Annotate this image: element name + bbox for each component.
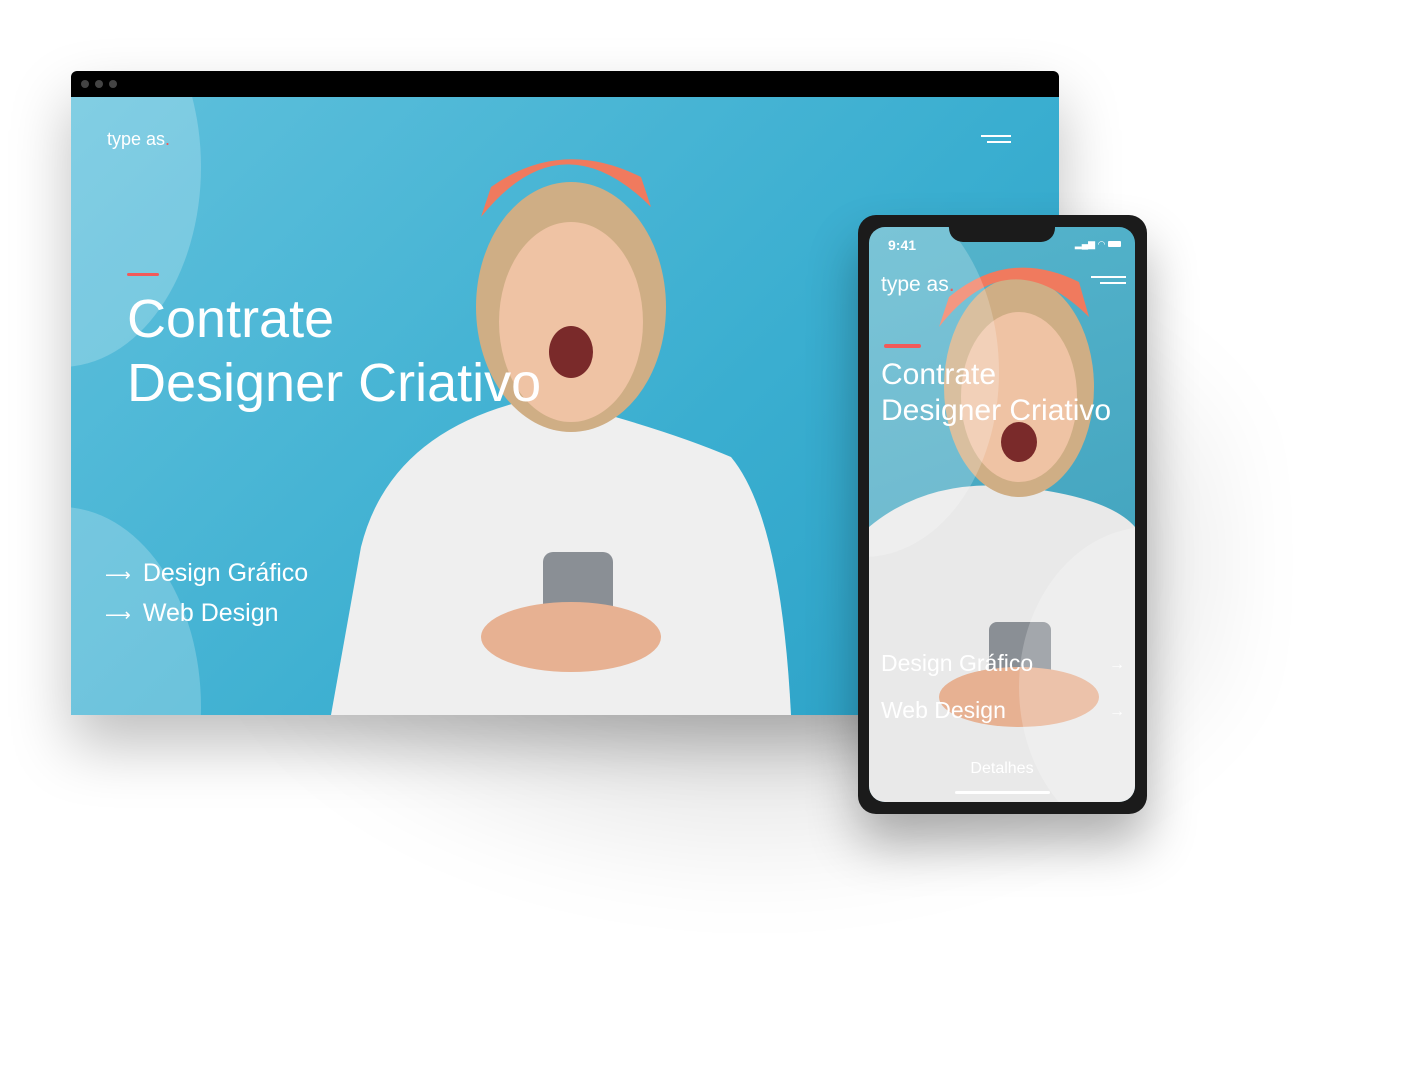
details-button[interactable]: Detalhes <box>869 760 1135 778</box>
accent-line <box>884 344 921 348</box>
window-dot-maximize[interactable] <box>109 80 117 88</box>
link-design-grafico[interactable]: Design Gráfico → <box>881 650 1125 677</box>
window-dot-close[interactable] <box>81 80 89 88</box>
logo-text: type as <box>881 273 949 296</box>
accent-line <box>127 273 159 276</box>
hamburger-menu-icon[interactable] <box>1091 276 1126 288</box>
arrow-right-icon: → <box>1109 656 1125 673</box>
logo-dot: . <box>165 129 171 149</box>
logo-text: type as <box>107 129 166 149</box>
link-web-design[interactable]: ⟶ Web Design <box>105 599 279 628</box>
window-dot-minimize[interactable] <box>95 80 103 88</box>
headline-line-2: Designer Criativo <box>881 394 1112 427</box>
link-design-grafico[interactable]: ⟶ Design Gráfico <box>105 559 308 588</box>
hamburger-menu-icon[interactable] <box>981 135 1011 147</box>
signal-icon: ▂▄▆ <box>1074 239 1096 249</box>
logo-dot: . <box>948 273 955 296</box>
logo[interactable]: type as. <box>881 273 955 297</box>
link-label: Web Design <box>142 599 279 627</box>
battery-icon <box>1108 241 1121 247</box>
link-label: Design Gráfico <box>881 650 1034 676</box>
status-time: 9:41 <box>888 237 917 253</box>
link-label: Design Gráfico <box>142 559 309 587</box>
headline-line-1: Contrate <box>127 289 335 349</box>
wifi-icon: ◠ <box>1097 239 1106 249</box>
logo[interactable]: type as. <box>107 129 170 150</box>
link-label: Web Design <box>881 697 1006 723</box>
browser-title-bar <box>71 71 1059 97</box>
phone-notch <box>949 227 1055 242</box>
status-icons: ▂▄▆ ◠ <box>1075 239 1121 250</box>
headline-line-1: Contrate <box>881 358 997 391</box>
arrow-right-icon: ⟶ <box>105 605 131 625</box>
arrow-right-icon: ⟶ <box>105 565 131 585</box>
headline-line-2: Designer Criativo <box>127 353 542 413</box>
arrow-right-icon: → <box>1109 703 1125 720</box>
mobile-screen: 9:41 ▂▄▆ ◠ type as. Contrate Designer Cr… <box>869 227 1135 802</box>
headline: Contrate Designer Criativo <box>881 357 1111 429</box>
headline: Contrate Designer Criativo <box>127 287 541 415</box>
link-web-design[interactable]: Web Design → <box>881 697 1125 724</box>
home-indicator <box>955 791 1050 794</box>
mobile-phone-mockup: 9:41 ▂▄▆ ◠ type as. Contrate Designer Cr… <box>858 215 1147 814</box>
